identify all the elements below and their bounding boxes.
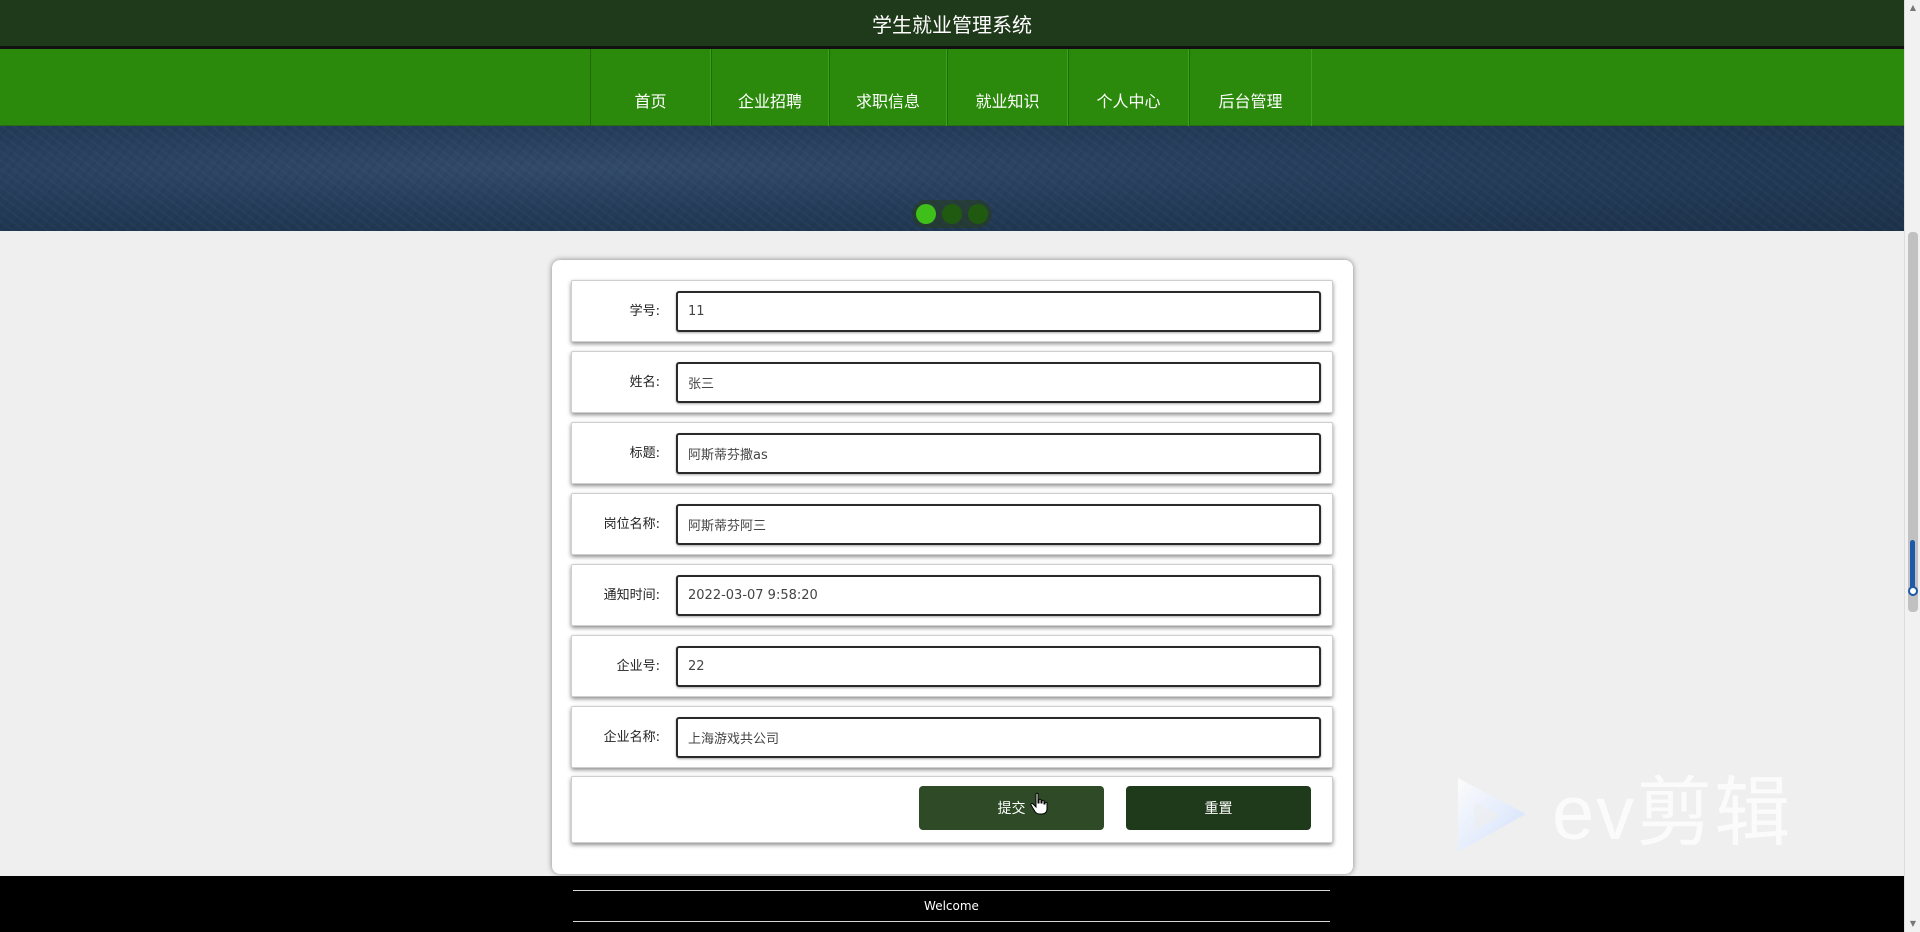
form-row-student-id: 学号:: [571, 280, 1333, 342]
carousel-dot-1[interactable]: [916, 204, 936, 224]
company-name-input[interactable]: [676, 717, 1321, 758]
carousel-indicators: [912, 200, 992, 228]
title-label: 标题:: [629, 446, 660, 461]
site-header: 学生就业管理系统: [0, 0, 1904, 49]
position-name-label: 岗位名称:: [603, 517, 660, 532]
submit-button[interactable]: 提交: [919, 786, 1104, 830]
page-scrollbar[interactable]: ▲ ▼: [1904, 0, 1920, 932]
nav-item-personal-center[interactable]: 个人中心: [1068, 49, 1189, 126]
name-input[interactable]: [676, 362, 1321, 403]
carousel-dot-2[interactable]: [942, 204, 962, 224]
name-label: 姓名:: [629, 375, 660, 390]
company-id-label: 企业号:: [616, 659, 660, 674]
footer-welcome-text: Welcome: [573, 890, 1330, 922]
notice-time-input[interactable]: [676, 575, 1321, 616]
site-footer: Welcome: [0, 876, 1904, 932]
student-id-label: 学号:: [629, 304, 660, 319]
main-nav: 首页 企业招聘 求职信息 就业知识 个人中心 后台管理: [0, 49, 1904, 126]
form-card: 学号: 姓名: 标题: 岗位名称: 通知时间: 企业号: 企业名称: 提交 重置: [552, 260, 1353, 874]
banner-carousel: [0, 126, 1904, 231]
form-row-title: 标题:: [571, 422, 1333, 484]
play-logo-icon: [1458, 778, 1526, 852]
site-title: 学生就业管理系统: [872, 13, 1032, 37]
title-input[interactable]: [676, 433, 1321, 474]
company-name-label: 企业名称:: [603, 730, 660, 745]
watermark-text: ev剪辑: [1552, 771, 1793, 856]
nav-item-recruitment[interactable]: 企业招聘: [711, 49, 829, 126]
side-slider-knob[interactable]: [1908, 586, 1918, 596]
nav-item-job-seeking[interactable]: 求职信息: [829, 49, 947, 126]
form-row-name: 姓名:: [571, 351, 1333, 413]
reset-button[interactable]: 重置: [1126, 786, 1311, 830]
notice-time-label: 通知时间:: [603, 588, 660, 603]
ev-watermark: ev剪辑: [1452, 772, 1832, 856]
position-name-input[interactable]: [676, 504, 1321, 545]
form-actions: 提交 重置: [571, 776, 1333, 843]
form-row-position-name: 岗位名称:: [571, 493, 1333, 555]
company-id-input[interactable]: [676, 646, 1321, 687]
nav-item-employment-knowledge[interactable]: 就业知识: [947, 49, 1068, 126]
form-row-company-name: 企业名称:: [571, 706, 1333, 768]
student-id-input[interactable]: [676, 291, 1321, 332]
nav-item-home[interactable]: 首页: [590, 49, 711, 126]
scroll-up-arrow-icon[interactable]: ▲: [1905, 0, 1920, 16]
form-row-company-id: 企业号:: [571, 635, 1333, 697]
nav-list: 首页 企业招聘 求职信息 就业知识 个人中心 后台管理: [590, 49, 1312, 126]
carousel-dot-3[interactable]: [968, 204, 988, 224]
scroll-down-arrow-icon[interactable]: ▼: [1905, 916, 1920, 932]
form-row-notice-time: 通知时间:: [571, 564, 1333, 626]
nav-item-admin[interactable]: 后台管理: [1189, 49, 1312, 126]
